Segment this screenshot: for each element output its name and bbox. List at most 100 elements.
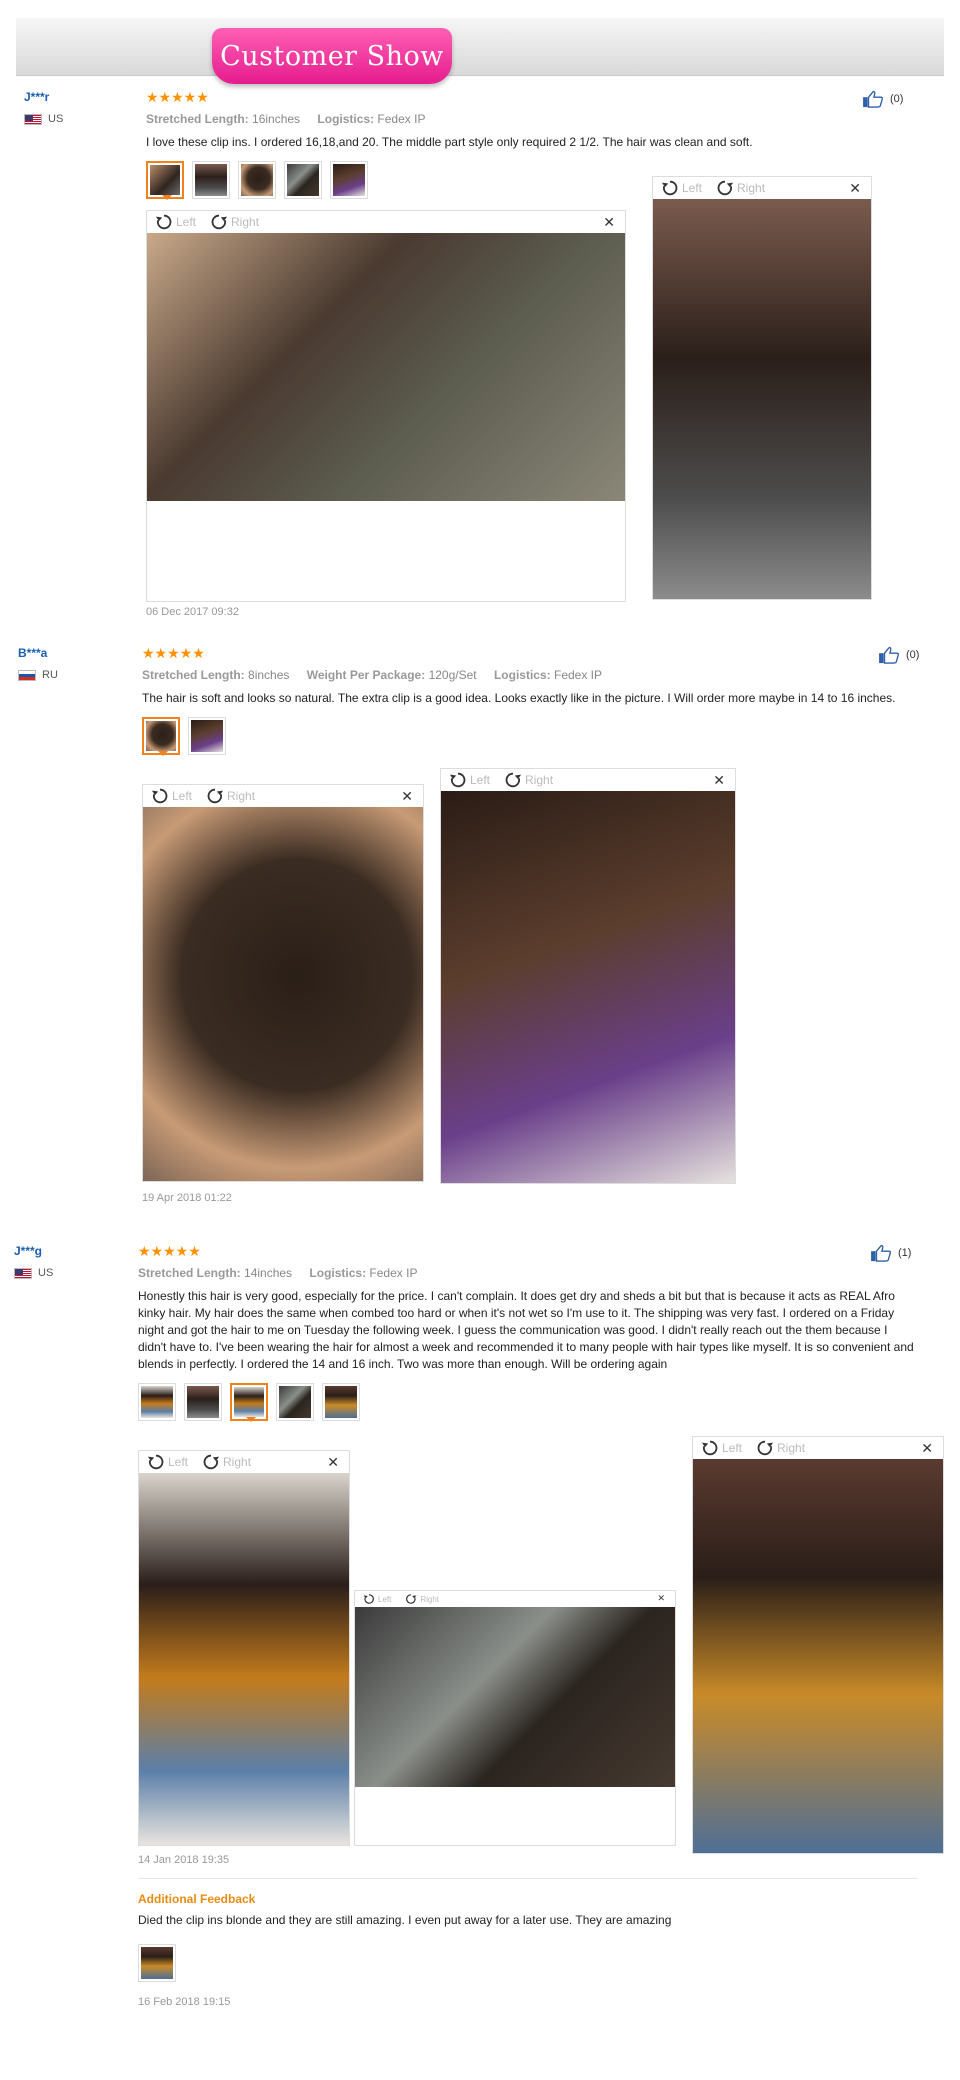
review-content: ★★★★★ Stretched Length: 14inches Logisti… (138, 1243, 918, 1422)
close-icon[interactable]: ✕ (921, 1440, 933, 1457)
review-photo (143, 807, 423, 1181)
user-country: RU (18, 669, 58, 681)
rotate-left-button[interactable]: Left (151, 787, 192, 805)
viewer-toolbar: Left Right ✕ (139, 1451, 349, 1473)
rotate-right-button[interactable]: Right (202, 1453, 251, 1471)
review-content: ★★★★★ Stretched Length: 8inches Weight P… (142, 645, 922, 756)
photo-thumbnail[interactable] (146, 161, 184, 200)
photo-thumbnail[interactable] (322, 1383, 360, 1421)
close-icon[interactable]: ✕ (657, 1593, 665, 1604)
rotate-right-button[interactable]: Right (504, 771, 553, 789)
rotate-right-button[interactable]: Right (210, 213, 259, 231)
review-date: 19 Apr 2018 01:22 (142, 1192, 232, 1204)
like-button[interactable]: (0) (862, 90, 903, 108)
rotate-left-icon (449, 772, 466, 788)
thumbs-up-icon (871, 1244, 891, 1262)
review-1: J***r US ★★★★★ Stretched Length: 16inche… (0, 90, 960, 630)
review-photo (355, 1607, 675, 1787)
review-photo (147, 233, 625, 501)
rotate-left-icon (661, 180, 678, 196)
photo-viewer: Left Right ✕ (354, 1590, 676, 1846)
photo-thumbnail[interactable] (238, 161, 276, 199)
banner-title-tab: Customer Show (212, 28, 452, 84)
rotate-right-icon (207, 788, 224, 804)
review-user: J***r US (24, 90, 63, 125)
photo-thumbnail[interactable] (138, 1383, 176, 1421)
divider (138, 1878, 918, 1879)
photo-thumbnail[interactable] (184, 1383, 222, 1421)
review-date: 06 Dec 2017 09:32 (146, 606, 239, 618)
rotate-right-button[interactable]: Right (405, 1593, 439, 1605)
star-rating: ★★★★★ (142, 645, 205, 661)
close-icon[interactable]: ✕ (849, 180, 861, 197)
review-text: Honestly this hair is very good, especia… (138, 1289, 914, 1371)
photo-viewer: Left Right ✕ (652, 176, 872, 600)
rotate-right-button[interactable]: Right (716, 179, 765, 197)
rotate-right-label: Right (737, 181, 766, 195)
rotate-right-label: Right (227, 789, 256, 803)
review-photo (139, 1473, 349, 1845)
rotate-left-button[interactable]: Left (363, 1593, 391, 1605)
rotate-right-icon (717, 180, 734, 196)
photo-thumbnail[interactable] (276, 1383, 314, 1421)
rotate-left-button[interactable]: Left (155, 213, 196, 231)
rotate-left-label: Left (172, 789, 193, 803)
star-rating: ★★★★★ (146, 89, 209, 105)
attr-value: Fedex IP (377, 112, 426, 126)
rotate-right-label: Right (231, 215, 260, 229)
rotate-right-button[interactable]: Right (756, 1439, 805, 1457)
rotate-left-icon (701, 1440, 718, 1456)
photo-thumbnail[interactable] (330, 161, 368, 199)
review-photo (693, 1459, 943, 1853)
banner-title: Customer Show (220, 40, 444, 72)
star-rating: ★★★★★ (138, 1243, 201, 1259)
rotate-right-button[interactable]: Right (206, 787, 255, 805)
country-code: RU (42, 669, 58, 681)
close-icon[interactable]: ✕ (401, 788, 413, 805)
review-user: B***a RU (18, 646, 58, 681)
attr-value: 120g/Set (428, 668, 477, 682)
like-button[interactable]: (1) (870, 1244, 911, 1262)
rotate-left-label: Left (378, 1594, 392, 1604)
user-name[interactable]: J***g (14, 1244, 53, 1258)
close-icon[interactable]: ✕ (603, 214, 615, 231)
photo-thumbnail[interactable] (188, 717, 226, 755)
rotate-left-button[interactable]: Left (147, 1453, 188, 1471)
rotate-right-icon (203, 1454, 220, 1470)
rotate-right-icon (757, 1440, 774, 1456)
photo-thumbnail[interactable] (230, 1383, 268, 1422)
photo-thumbnail[interactable] (142, 717, 180, 756)
photo-thumbnail[interactable] (138, 1944, 176, 1982)
attr-value: 16inches (252, 112, 301, 126)
user-name[interactable]: J***r (24, 90, 63, 104)
attr-value: Fedex IP (553, 668, 603, 682)
rotate-left-label: Left (176, 215, 197, 229)
photo-viewer: Left Right ✕ (692, 1436, 944, 1854)
close-icon[interactable]: ✕ (327, 1454, 339, 1471)
rotate-left-icon (363, 1594, 374, 1604)
rotate-left-button[interactable]: Left (449, 771, 490, 789)
like-button[interactable]: (0) (878, 646, 919, 664)
photo-thumbnail[interactable] (284, 161, 322, 199)
rotate-left-button[interactable]: Left (701, 1439, 742, 1457)
viewer-toolbar: Left Right ✕ (143, 785, 423, 807)
attr-value: 8inches (248, 668, 290, 682)
attr-value: Fedex IP (369, 1266, 418, 1280)
rotate-left-icon (147, 1454, 164, 1470)
attr-key: Logistics: (493, 668, 551, 682)
rotate-left-label: Left (470, 773, 491, 787)
rotate-right-label: Right (777, 1441, 806, 1455)
rotate-left-label: Left (682, 181, 703, 195)
user-country: US (14, 1267, 53, 1279)
close-icon[interactable]: ✕ (713, 772, 725, 789)
attr-key: Stretched Length: (142, 668, 245, 682)
review-text: I love these clip ins. I ordered 16,18,a… (146, 135, 753, 149)
review-attributes: Stretched Length: 8inches Weight Per Pac… (142, 668, 922, 682)
user-name[interactable]: B***a (18, 646, 58, 660)
attr-key: Logistics: (309, 1266, 367, 1280)
viewer-toolbar: Left Right ✕ (355, 1591, 675, 1607)
photo-thumbnail[interactable] (192, 161, 230, 199)
rotate-left-button[interactable]: Left (661, 179, 702, 197)
review-date: 14 Jan 2018 19:35 (138, 1854, 230, 1866)
rotate-left-icon (155, 214, 172, 230)
